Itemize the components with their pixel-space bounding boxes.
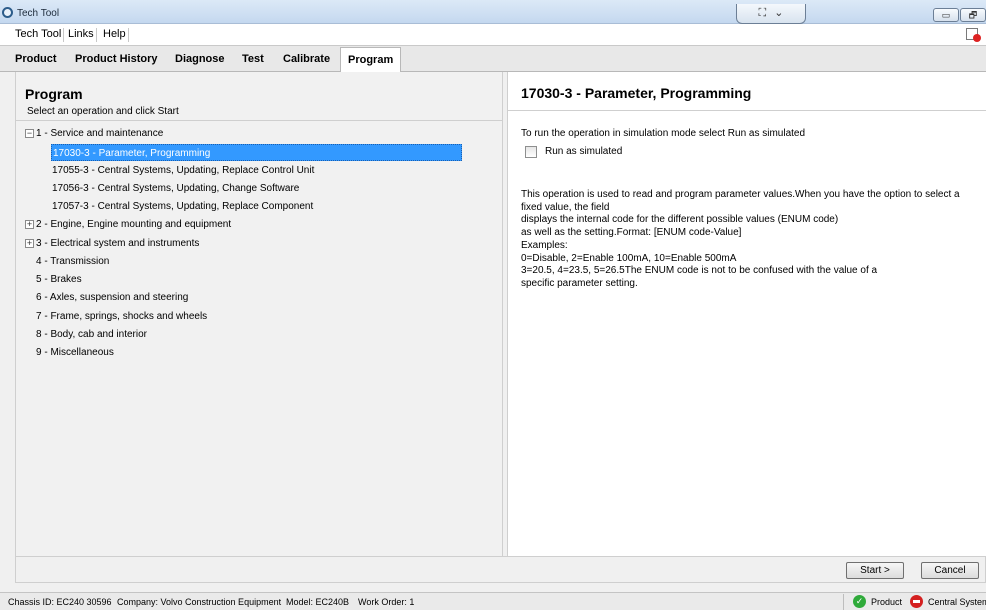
chassis-id: Chassis ID: EC240 30596 [8,597,112,607]
simulation-instructions: To run the operation in simulation mode … [521,128,806,139]
minimize-button[interactable]: ▭ [933,8,959,22]
operation-details-panel: 17030-3 - Parameter, Programming To run … [507,72,986,556]
menu-separator [63,28,64,42]
tab-diagnose[interactable]: Diagnose [168,47,232,72]
restore-button[interactable]: 🗗 [960,8,986,22]
description-line: This operation is used to read and progr… [521,189,963,213]
tree-group-body[interactable]: 8 - Body, cab and interior [36,326,147,343]
menu-separator [96,28,97,42]
app-logo-icon [2,7,13,18]
tree-group-transmission[interactable]: 4 - Transmission [36,253,109,270]
tree-item-17056-3[interactable]: 17056-3 - Central Systems, Updating, Cha… [52,180,299,197]
operation-title: 17030-3 - Parameter, Programming [521,85,752,101]
tab-test[interactable]: Test [235,47,271,72]
tab-product-history[interactable]: Product History [68,47,165,72]
title-bar: Tech Tool ⛶ ⌄ ▭ 🗗 [0,0,986,24]
tab-bar: Product Product History Diagnose Test Ca… [0,45,986,73]
tab-product[interactable]: Product [8,47,64,72]
tree-group-brakes[interactable]: 5 - Brakes [36,271,82,288]
description-line: 0=Disable, 2=Enable 100mA, 10=Enable 500… [521,252,737,264]
description-line: displays the internal code for the diffe… [521,214,839,226]
menu-links[interactable]: Links [68,28,94,40]
tab-program[interactable]: Program [340,47,402,73]
tree-item-17030-3[interactable]: 17030-3 - Parameter, Programming [51,144,462,161]
work-order: Work Order: 1 [358,597,415,607]
operation-description: This operation is used to read and progr… [521,189,981,291]
action-bar: Start > Cancel [15,556,986,583]
status-separator [843,594,844,610]
tree-item-17055-3[interactable]: 17055-3 - Central Systems, Updating, Rep… [52,162,314,179]
status-bar: Chassis ID: EC240 30596 Company: Volvo C… [0,592,986,610]
model: Model: EC240B [286,597,350,607]
central-system-status[interactable]: Central System [928,597,986,607]
product-status[interactable]: Product [871,597,902,607]
start-button[interactable]: Start > [846,562,904,579]
run-as-simulated-label[interactable]: Run as simulated [545,146,622,157]
fullscreen-icon[interactable]: ⛶ [759,8,767,19]
tree-group-axles[interactable]: 6 - Axles, suspension and steering [36,289,188,306]
tree-group-frame[interactable]: 7 - Frame, springs, shocks and wheels [36,308,207,325]
description-line: specific parameter setting. [521,277,638,289]
cancel-button[interactable]: Cancel [921,562,979,579]
description-line: as well as the setting.Format: [ENUM cod… [521,227,742,239]
tree-item-17057-3[interactable]: 17057-3 - Central Systems, Updating, Rep… [52,198,313,215]
menu-tech-tool[interactable]: Tech Tool [15,28,61,40]
run-as-simulated-checkbox[interactable] [525,146,537,158]
menu-bar: Tech Tool Links Help [0,24,986,45]
description-line: 3=20.5, 4=23.5, 5=26.5The ENUM code is n… [521,265,878,277]
title-center-controls: ⛶ ⌄ [736,4,806,24]
menu-separator [128,28,129,42]
divider [508,110,986,111]
window-title: Tech Tool [17,8,60,19]
operations-header: Program Select an operation and click St… [16,72,502,121]
tab-calibrate[interactable]: Calibrate [276,47,337,72]
tree-group-misc[interactable]: 9 - Miscellaneous [36,344,114,361]
expand-icon[interactable]: + [25,239,34,248]
tree-group-service-maintenance[interactable]: 1 - Service and maintenance [36,125,163,142]
operations-panel: Program Select an operation and click St… [15,72,503,556]
tree-group-electrical[interactable]: 3 - Electrical system and instruments [36,235,199,252]
description-line: Examples: [521,239,568,251]
collapse-icon[interactable]: − [25,129,34,138]
tree-group-engine[interactable]: 2 - Engine, Engine mounting and equipmen… [36,216,231,233]
page-subtitle: Select an operation and click Start [27,106,179,117]
disconnect-icon[interactable] [966,28,981,42]
error-icon [910,595,923,608]
chevron-down-icon[interactable]: ⌄ [774,8,783,19]
check-icon: ✓ [853,595,866,608]
expand-icon[interactable]: + [25,220,34,229]
menu-help[interactable]: Help [103,28,126,40]
page-title: Program [25,86,83,102]
company: Company: Volvo Construction Equipment [117,597,282,607]
